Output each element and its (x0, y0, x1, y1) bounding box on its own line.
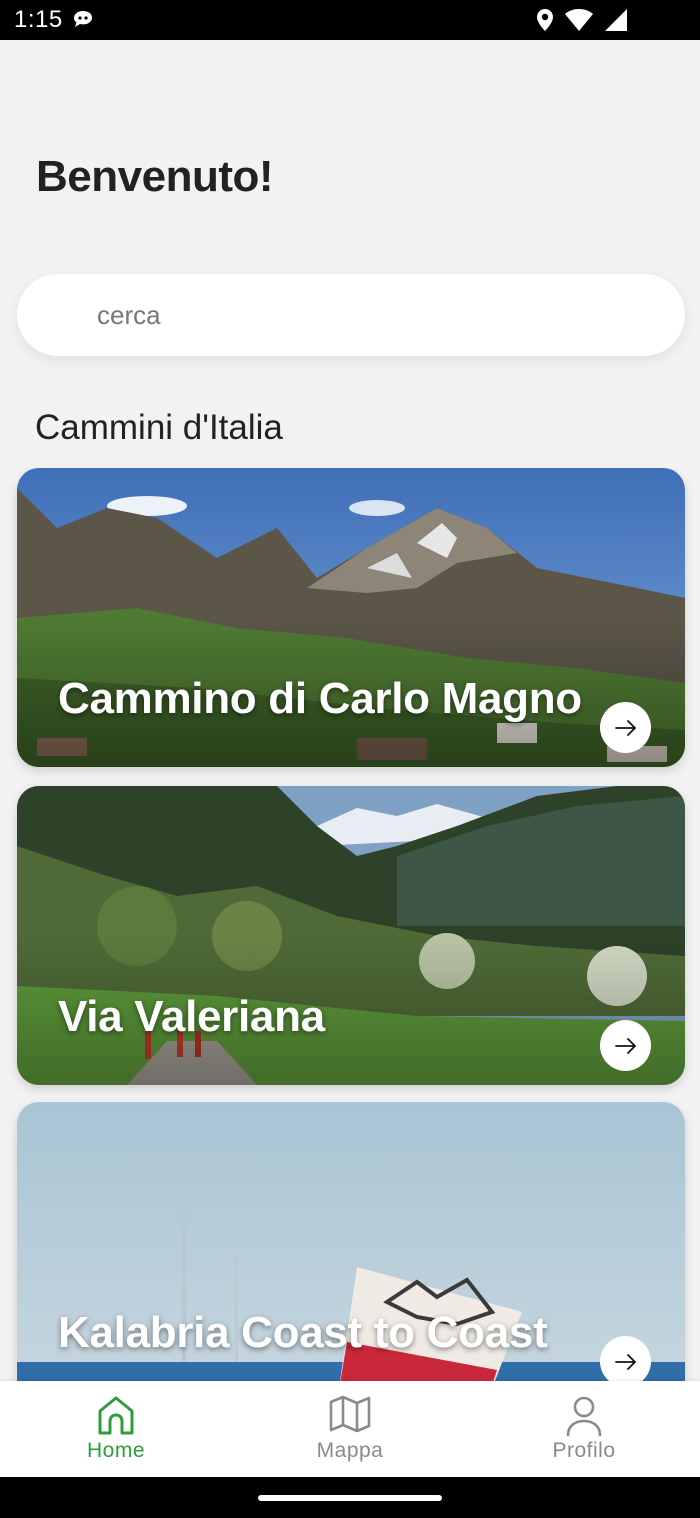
nav-item-home[interactable]: Home (26, 1381, 206, 1477)
card-cammino-carlo-magno[interactable]: Cammino di Carlo Magno (17, 468, 685, 767)
card-title: Kalabria Coast to Coast (58, 1308, 548, 1357)
arrow-right-icon (614, 1037, 636, 1054)
system-navigation-bar (0, 1477, 700, 1518)
signal-icon (604, 8, 628, 37)
map-icon (329, 1395, 371, 1433)
status-time: 1:15 (14, 6, 63, 33)
card-arrow-button[interactable] (600, 1336, 651, 1381)
section-title: Cammini d'Italia (35, 408, 283, 447)
nav-item-profilo[interactable]: Profilo (494, 1381, 674, 1477)
profile-icon (566, 1396, 602, 1437)
card-title: Via Valeriana (58, 992, 325, 1041)
card-arrow-button[interactable] (600, 1020, 651, 1071)
card-title: Cammino di Carlo Magno (58, 674, 582, 723)
wifi-icon (564, 8, 594, 37)
arrow-right-icon (614, 719, 636, 736)
card-arrow-button[interactable] (600, 702, 651, 753)
nav-label-profilo: Profilo (552, 1439, 616, 1462)
notification-bubble-icon (72, 9, 94, 34)
nav-label-home: Home (86, 1439, 146, 1462)
search-input[interactable] (97, 274, 657, 356)
home-icon (98, 1396, 134, 1435)
cammini-list[interactable]: Cammino di Carlo Magno Via Valeriana Kal… (0, 468, 700, 1381)
home-gesture-pill[interactable] (258, 1495, 442, 1501)
arrow-right-icon (614, 1353, 636, 1370)
location-icon (536, 8, 554, 37)
status-bar: 1:15 (0, 0, 700, 40)
page-title: Benvenuto! (36, 152, 274, 201)
nav-label-mappa: Mappa (316, 1439, 384, 1462)
nav-item-mappa[interactable]: Mappa (260, 1381, 440, 1477)
bottom-navigation: Home Mappa Profilo (0, 1381, 700, 1477)
card-via-valeriana[interactable]: Via Valeriana (17, 786, 685, 1085)
search-bar[interactable] (17, 274, 685, 356)
card-kalabria-coast-to-coast[interactable]: Kalabria Coast to Coast (17, 1102, 685, 1381)
